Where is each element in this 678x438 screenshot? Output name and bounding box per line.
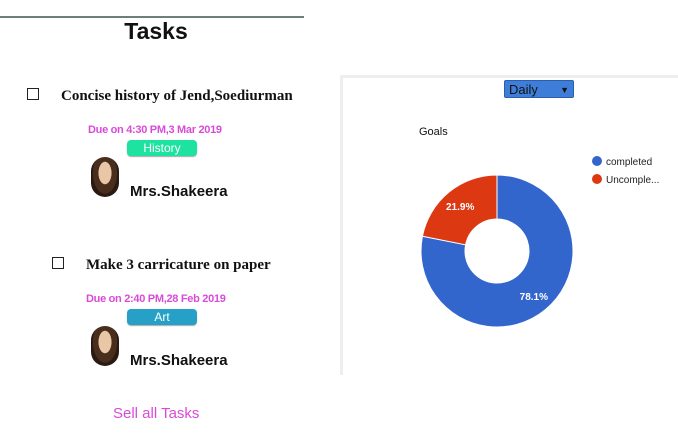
legend-label: Uncomple... (606, 175, 660, 186)
sell-all-tasks-link[interactable]: Sell all Tasks (113, 405, 199, 422)
avatar (91, 157, 119, 197)
donut-slice-label: 78.1% (520, 292, 548, 303)
chevron-down-icon: ▼ (560, 85, 569, 95)
task-1-title[interactable]: Concise history of Jend,Soediurman (61, 88, 293, 105)
avatar (91, 326, 119, 366)
chart-title: Goals (419, 126, 448, 138)
task-2-due-date: Due on 2:40 PM,28 Feb 2019 (86, 293, 226, 305)
task-2-assignee: Mrs.Shakeera (130, 352, 228, 369)
task-1-checkbox[interactable] (27, 88, 39, 100)
legend-item-completed[interactable]: completed (592, 156, 652, 168)
task-2-title[interactable]: Make 3 carricature on paper (86, 257, 271, 274)
legend-label: completed (606, 157, 653, 168)
goals-donut-chart: 78.1% 21.9% (420, 174, 574, 328)
task-1-tag[interactable]: History (127, 140, 197, 156)
donut-slice-label: 21.9% (446, 202, 474, 213)
task-1-assignee: Mrs.Shakeera (130, 183, 228, 200)
period-select[interactable]: Daily ▼ (504, 80, 574, 98)
task-2-checkbox[interactable] (52, 257, 64, 269)
task-1-due-date: Due on 4:30 PM,3 Mar 2019 (88, 124, 222, 136)
period-select-value: Daily (509, 82, 538, 97)
legend-item-uncompleted[interactable]: Uncomple... (592, 174, 659, 186)
task-2-tag[interactable]: Art (127, 309, 197, 325)
page-title: Tasks (124, 18, 188, 44)
